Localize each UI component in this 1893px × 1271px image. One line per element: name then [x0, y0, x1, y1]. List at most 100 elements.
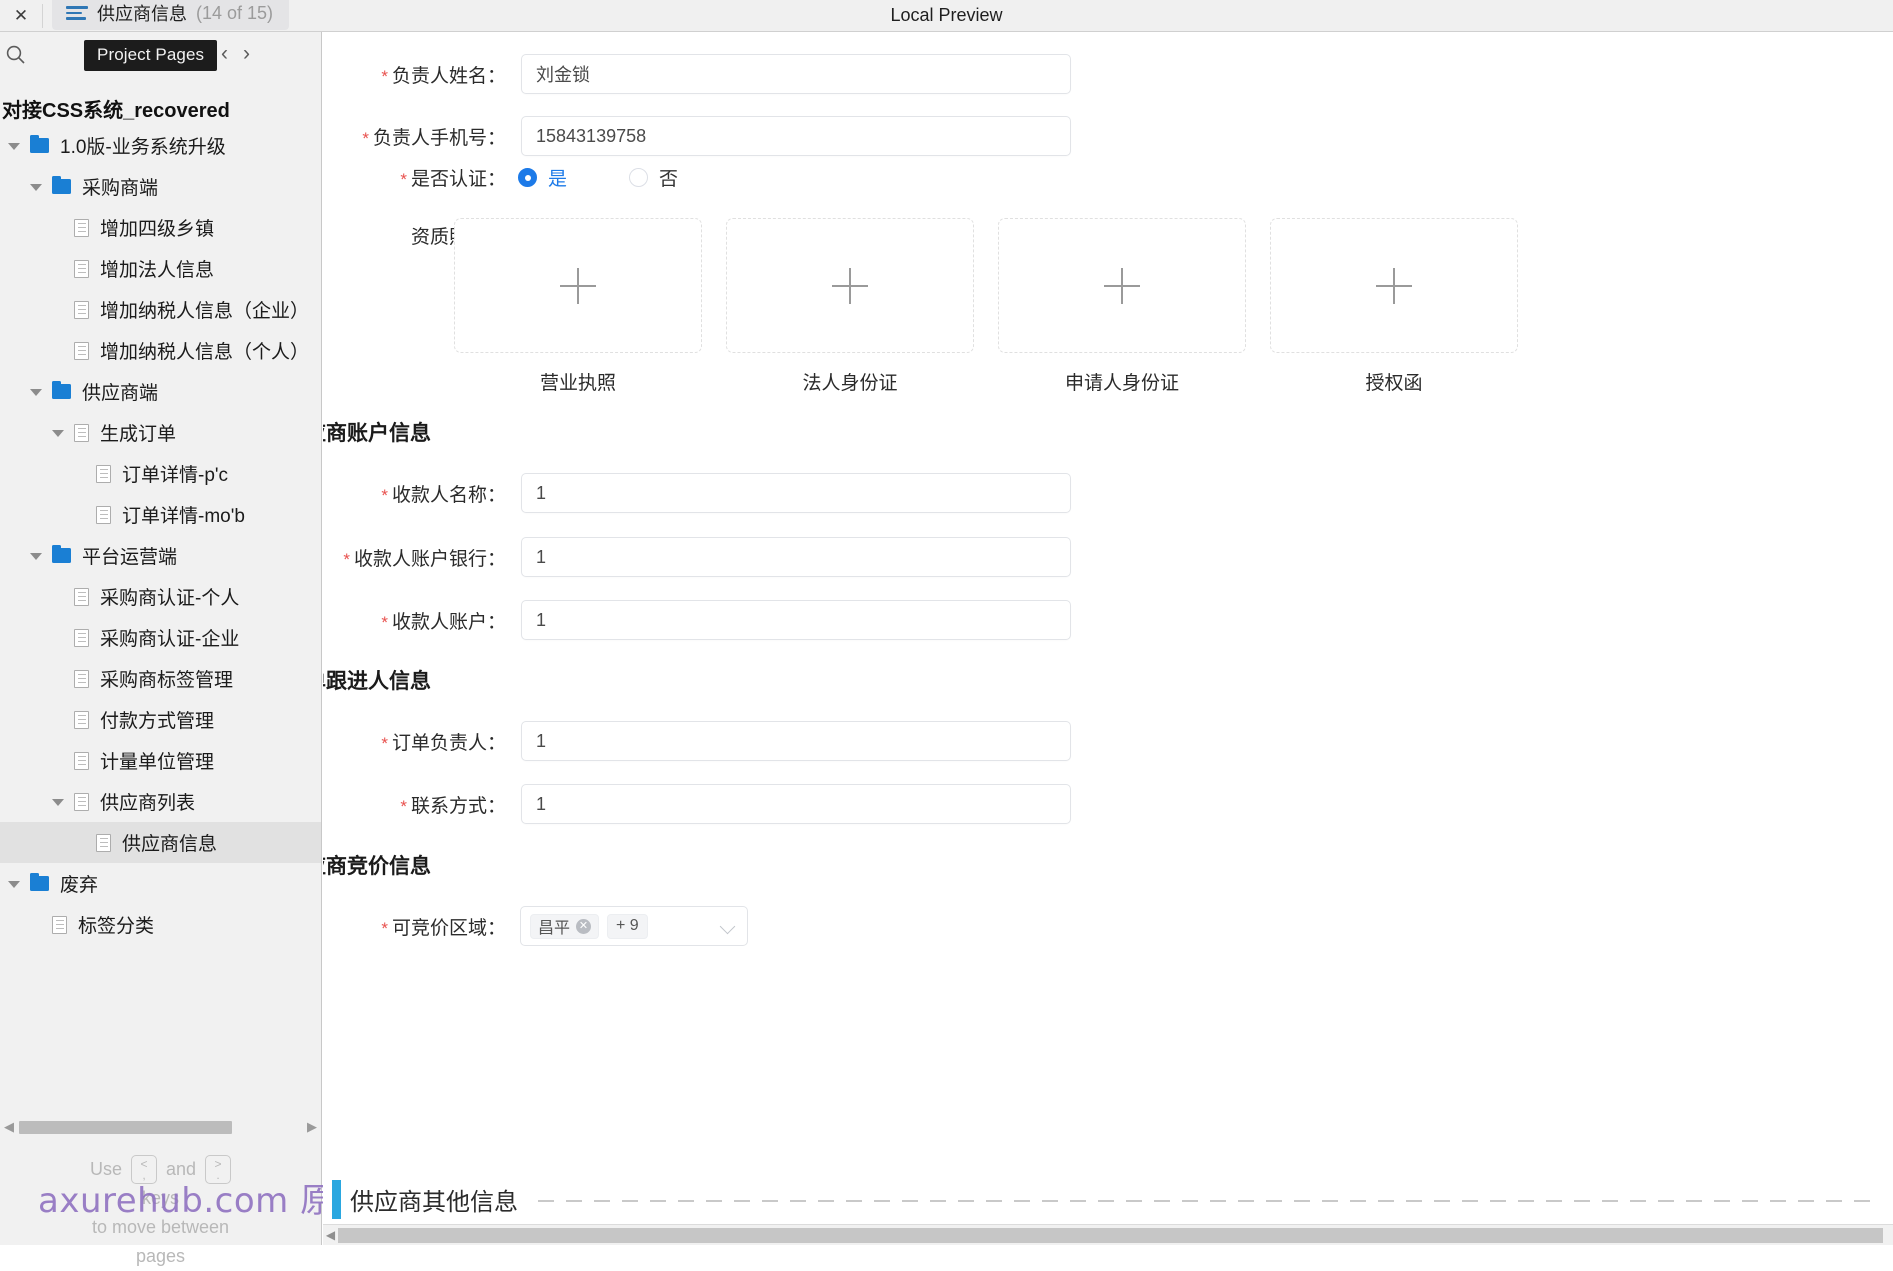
tree-item[interactable]: 增加纳税人信息（企业） — [0, 289, 321, 330]
tag-label: 昌平 — [538, 920, 571, 937]
next-page-button[interactable]: › — [243, 41, 250, 67]
scroll-left-icon[interactable]: ◀ — [2, 1120, 16, 1134]
text-input[interactable]: 刘金锁 — [521, 54, 1071, 94]
tree-item-label: 标签分类 — [78, 916, 155, 937]
scroll-right-icon[interactable]: ▶ — [305, 1120, 319, 1134]
page-icon — [74, 259, 89, 278]
tree-caret-spacer — [52, 303, 65, 316]
tree-item[interactable]: 生成订单 — [0, 412, 321, 453]
tree-item[interactable]: 供应商端 — [0, 371, 321, 412]
tree-item[interactable]: 增加纳税人信息（个人） — [0, 330, 321, 371]
radio-option[interactable]: 否 — [629, 164, 678, 191]
radio-unselected-icon[interactable] — [629, 168, 649, 187]
chevron-down-icon[interactable] — [8, 877, 21, 890]
preview-canvas: * 负责人姓名： 刘金锁 * 负责人手机号： 15843139758 * 是否认证： 是否 … — [323, 32, 1893, 1245]
tree-item-label: 订单详情-mo'b — [122, 506, 245, 527]
chevron-down-icon[interactable] — [52, 795, 65, 808]
certify-radio-group[interactable]: 是否 — [508, 164, 678, 191]
required-marker: * — [362, 128, 369, 148]
project-title: 对接CSS系统_recovered — [2, 100, 230, 122]
upload-dropzone[interactable] — [1270, 218, 1518, 353]
tree-item-label: 供应商端 — [82, 383, 159, 404]
qualification-uploads: 营业执照 法人身份证 申请人身份证 授权函 — [454, 218, 1518, 395]
tab-supplier-info[interactable]: 供应商信息 (14 of 15) — [52, 0, 290, 30]
tree-item[interactable]: 1.0版-业务系统升级 — [0, 125, 321, 166]
page-icon — [74, 751, 89, 770]
upload-dropzone[interactable] — [998, 218, 1246, 353]
chevron-down-icon[interactable] — [52, 426, 65, 439]
text-input[interactable]: 1 — [521, 721, 1071, 761]
tab-label: 供应商信息 — [97, 4, 187, 24]
tree-item[interactable]: 增加法人信息 — [0, 248, 321, 289]
tree-item-label: 计量单位管理 — [100, 752, 215, 773]
text-input[interactable]: 15843139758 — [521, 116, 1071, 156]
tree-item[interactable]: 订单详情-p'c — [0, 453, 321, 494]
tree-item[interactable]: 增加四级乡镇 — [0, 207, 321, 248]
folder-icon — [30, 135, 49, 153]
main-hscroll-thumb[interactable] — [338, 1228, 1883, 1243]
tree-item[interactable]: 采购商端 — [0, 166, 321, 207]
close-icon[interactable]: ✕ — [0, 0, 42, 31]
field-label-text: 联系方式： — [410, 795, 506, 817]
chevron-down-icon[interactable] — [30, 180, 43, 193]
text-input[interactable]: 1 — [521, 784, 1071, 824]
menu-icon[interactable] — [66, 5, 88, 21]
text-input[interactable]: 1 — [521, 537, 1071, 577]
upload-dropzone[interactable] — [454, 218, 702, 353]
page-icon — [96, 464, 111, 483]
tree-item[interactable]: 付款方式管理 — [0, 699, 321, 740]
main-hscrollbar[interactable]: ◀ — [323, 1224, 1893, 1245]
plus-icon[interactable] — [1104, 267, 1140, 304]
upload-item: 授权函 — [1270, 218, 1518, 395]
field-label: * 负责人手机号： — [323, 123, 508, 150]
tree-item[interactable]: 计量单位管理 — [0, 740, 321, 781]
chevron-down-icon[interactable] — [719, 918, 736, 935]
tree-caret-spacer — [52, 754, 65, 767]
tree-caret-spacer — [74, 508, 87, 521]
tree-item[interactable]: 订单详情-mo'b — [0, 494, 321, 535]
required-marker: * — [343, 549, 350, 569]
text-input[interactable]: 1 — [521, 473, 1071, 513]
search-icon[interactable] — [4, 43, 28, 67]
upload-caption: 申请人身份证 — [1064, 373, 1179, 394]
tree-item[interactable]: 采购商认证-个人 — [0, 576, 321, 617]
tree-item[interactable]: 废弃 — [0, 863, 321, 904]
plus-icon[interactable] — [560, 267, 596, 304]
plus-icon[interactable] — [832, 267, 868, 304]
tree-item[interactable]: 采购商认证-企业 — [0, 617, 321, 658]
bidding-region-select[interactable]: 昌平 ✕ + 9 — [520, 906, 748, 946]
prev-page-button[interactable]: ‹ — [221, 41, 228, 67]
chevron-down-icon[interactable] — [30, 385, 43, 398]
required-marker: * — [381, 918, 388, 938]
tag-overflow-count[interactable]: + 9 — [607, 913, 648, 939]
chevron-down-icon[interactable] — [30, 549, 43, 562]
chevron-down-icon[interactable] — [8, 139, 21, 152]
required-marker: * — [381, 66, 388, 86]
scroll-left-icon[interactable]: ◀ — [324, 1229, 337, 1242]
tree-item[interactable]: 采购商标签管理 — [0, 658, 321, 699]
field-label: * 收款人名称： — [323, 480, 508, 507]
page-icon — [74, 710, 89, 729]
required-marker: * — [400, 170, 407, 189]
field-label: * 负责人姓名： — [323, 61, 508, 88]
radio-option[interactable]: 是 — [518, 164, 567, 191]
text-input[interactable]: 1 — [521, 600, 1071, 640]
plus-icon[interactable] — [1376, 267, 1412, 304]
tree-item[interactable]: 供应商列表 — [0, 781, 321, 822]
folder-icon — [52, 176, 71, 194]
radio-selected-icon[interactable] — [518, 168, 537, 187]
tag-remove-icon[interactable]: ✕ — [576, 918, 592, 934]
upload-dropzone[interactable] — [726, 218, 974, 353]
tree-item[interactable]: 标签分类 — [0, 904, 321, 945]
field-row: * 收款人账户： 1 — [323, 600, 1071, 640]
tree-item[interactable]: 平台运营端 — [0, 535, 321, 576]
upload-caption: 法人身份证 — [802, 373, 898, 394]
section-title-other: 供应商其他信息 — [350, 1189, 518, 1216]
tree-caret-spacer — [52, 221, 65, 234]
sidebar-hscroll-thumb[interactable] — [19, 1121, 232, 1134]
tag-item[interactable]: 昌平 ✕ — [530, 913, 600, 939]
required-marker: * — [381, 733, 388, 753]
radio-label: 否 — [659, 169, 679, 190]
toolbar-divider — [42, 4, 43, 28]
tree-item[interactable]: 供应商信息 — [0, 822, 321, 863]
